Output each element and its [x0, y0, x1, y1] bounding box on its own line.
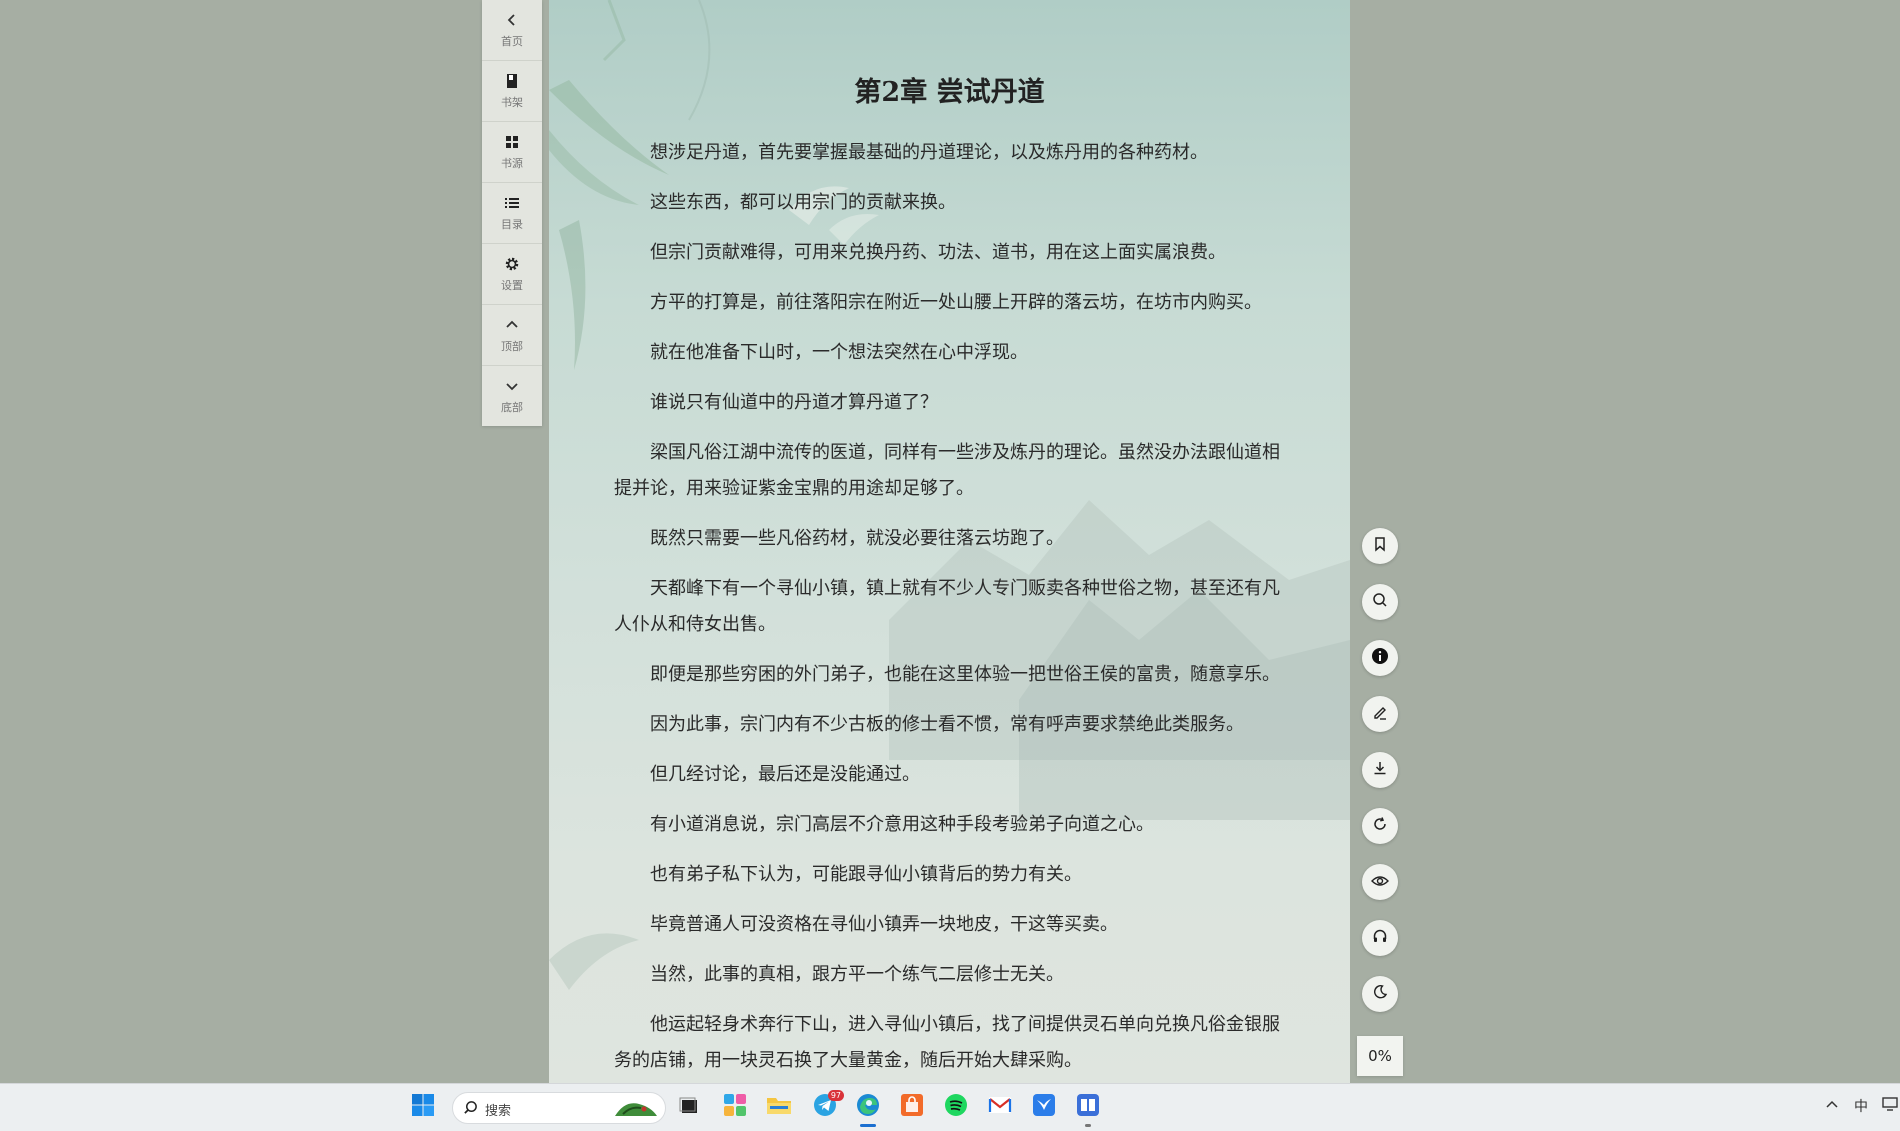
bookmark-icon: [1372, 536, 1388, 556]
search-icon: [463, 1100, 478, 1119]
windows-logo-icon: [411, 1093, 435, 1121]
gear-icon: [503, 255, 521, 273]
view-button[interactable]: [1362, 864, 1398, 900]
edge-icon: [856, 1093, 880, 1121]
paragraph: 即便是那些穷困的外门弟子，也能在这里体验一把世俗王侯的富贵，随意享乐。: [650, 664, 1280, 685]
running-indicator: [1085, 1124, 1091, 1127]
windows-taskbar: 搜索 97 中: [0, 1083, 1900, 1131]
reading-progress: 0%: [1357, 1036, 1403, 1076]
book-source-label: 书源: [501, 157, 523, 170]
night-mode-button[interactable]: [1362, 976, 1398, 1012]
refresh-button[interactable]: [1362, 808, 1398, 844]
paragraph: 谁说只有仙道中的丹道才算丹道了？: [650, 392, 938, 413]
paragraph: 有小道消息说，宗门高层不介意用这种手段考验弟子向道之心。: [650, 814, 1154, 835]
listen-button[interactable]: [1362, 920, 1398, 956]
search-highlight-icon: [613, 1096, 659, 1124]
paragraph: 也有弟子私下认为，可能跟寻仙小镇背后的势力有关。: [650, 864, 1082, 885]
paragraph: 这些东西，都可以用宗门的贡献来换。: [650, 192, 956, 213]
paragraph: 就在他准备下山时，一个想法突然在心中浮现。: [650, 342, 1028, 363]
paragraph: 想涉足丹道，首先要掌握最基础的丹道理论，以及炼丹用的各种药材。: [650, 142, 1208, 163]
list-icon: [503, 194, 521, 212]
store-app-button[interactable]: [899, 1094, 925, 1120]
bookshelf-label: 书架: [501, 96, 523, 109]
home-label: 首页: [501, 35, 523, 48]
telegram-button[interactable]: 97: [812, 1090, 844, 1120]
grid-icon: [503, 133, 521, 151]
widgets-icon: [723, 1093, 747, 1121]
paragraph: 因为此事，宗门内有不少古板的修士看不惯，常有呼声要求禁绝此类服务。: [650, 714, 1244, 735]
settings-button[interactable]: 设置: [482, 244, 542, 305]
edge-button[interactable]: [855, 1093, 881, 1127]
reader-page: 第2章 尝试丹道 想涉足丹道，首先要掌握最基础的丹道理论，以及炼丹用的各种药材。…: [549, 0, 1350, 1083]
paragraph: 既然只需要一些凡俗药材，就没必要往落云坊跑了。: [650, 528, 1064, 549]
task-view-icon: [678, 1094, 700, 1120]
folder-icon: [766, 1094, 792, 1120]
download-button[interactable]: [1362, 752, 1398, 788]
scroll-top-label: 顶部: [501, 340, 523, 353]
moon-icon: [1372, 984, 1388, 1004]
chevron-down-icon: [503, 377, 521, 395]
ime-indicator[interactable]: 中: [1854, 1096, 1868, 1116]
scroll-bottom-label: 底部: [501, 401, 523, 414]
edit-icon: [1372, 704, 1388, 724]
download-icon: [1372, 760, 1388, 780]
scroll-top-button[interactable]: 顶部: [482, 305, 542, 366]
chevron-up-icon: [1826, 1097, 1838, 1113]
chapter-title: 第2章 尝试丹道: [854, 77, 1045, 108]
tray-overflow-button[interactable]: [1826, 1097, 1838, 1113]
telegram-badge: 97: [827, 1090, 844, 1101]
paragraph: 天都峰下有一个寻仙小镇，镇上就有不少人专门贩卖各种世俗之物，甚至还有凡人仆从和侍…: [614, 578, 1280, 635]
search-button[interactable]: [1362, 584, 1398, 620]
paragraph: 梁国凡俗江湖中流传的医道，同样有一些涉及炼丹的理论。虽然没办法跟仙道相提并论，用…: [614, 442, 1280, 499]
paragraph: 毕竟普通人可没资格在寻仙小镇弄一块地皮，干这等买卖。: [650, 914, 1118, 935]
shopping-bag-icon: [900, 1093, 924, 1121]
bird-icon: [1032, 1093, 1056, 1121]
monitor-icon: [1882, 1097, 1898, 1115]
spotify-button[interactable]: [943, 1094, 969, 1120]
gmail-button[interactable]: [987, 1094, 1013, 1120]
chevron-left-icon: [503, 11, 521, 29]
book-app-icon: [1076, 1093, 1100, 1121]
left-toolbar: 首页 书架 书源 目录 设置 顶部 底部: [482, 0, 542, 426]
display-button[interactable]: [1882, 1097, 1898, 1115]
paragraph: 但几经讨论，最后还是没能通过。: [650, 764, 920, 785]
start-button[interactable]: [410, 1094, 436, 1120]
scroll-bottom-button[interactable]: 底部: [482, 366, 542, 426]
headphones-icon: [1372, 928, 1388, 948]
info-icon: [1371, 647, 1389, 669]
book-icon: [503, 72, 521, 90]
search-icon: [1372, 592, 1388, 612]
reader-app-button[interactable]: [1075, 1093, 1101, 1127]
app-button[interactable]: [1031, 1094, 1057, 1120]
eye-icon: [1371, 873, 1389, 892]
edit-button[interactable]: [1362, 696, 1398, 732]
refresh-icon: [1372, 816, 1388, 836]
bookmark-button[interactable]: [1362, 528, 1398, 564]
info-button[interactable]: [1362, 640, 1398, 676]
paragraph: 他运起轻身术奔行下山，进入寻仙小镇后，找了间提供灵石单向兑换凡俗金银服务的店铺，…: [614, 1014, 1280, 1071]
widgets-button[interactable]: [722, 1094, 748, 1120]
toc-label: 目录: [501, 218, 523, 231]
file-explorer-button[interactable]: [766, 1094, 792, 1120]
bookshelf-button[interactable]: 书架: [482, 61, 542, 122]
book-source-button[interactable]: 书源: [482, 122, 542, 183]
paragraph: 方平的打算是，前往落阳宗在附近一处山腰上开辟的落云坊，在坊市内购买。: [650, 292, 1262, 313]
active-indicator: [860, 1124, 876, 1127]
home-button[interactable]: 首页: [482, 0, 542, 61]
gmail-icon: [988, 1095, 1012, 1119]
search-placeholder: 搜索: [485, 1104, 512, 1119]
settings-label: 设置: [501, 279, 523, 292]
paragraph: 但宗门贡献难得，可用来兑换丹药、功法、道书，用在这上面实属浪费。: [650, 242, 1226, 263]
paragraph: 当然，此事的真相，跟方平一个练气二层修士无关。: [650, 964, 1064, 985]
chevron-up-icon: [503, 316, 521, 334]
task-view-button[interactable]: [676, 1094, 702, 1120]
taskbar-search[interactable]: 搜索: [452, 1092, 666, 1124]
toc-button[interactable]: 目录: [482, 183, 542, 244]
chapter-content: 想涉足丹道，首先要掌握最基础的丹道理论，以及炼丹用的各种药材。 这些东西，都可以…: [614, 135, 1289, 1083]
spotify-icon: [944, 1093, 968, 1121]
